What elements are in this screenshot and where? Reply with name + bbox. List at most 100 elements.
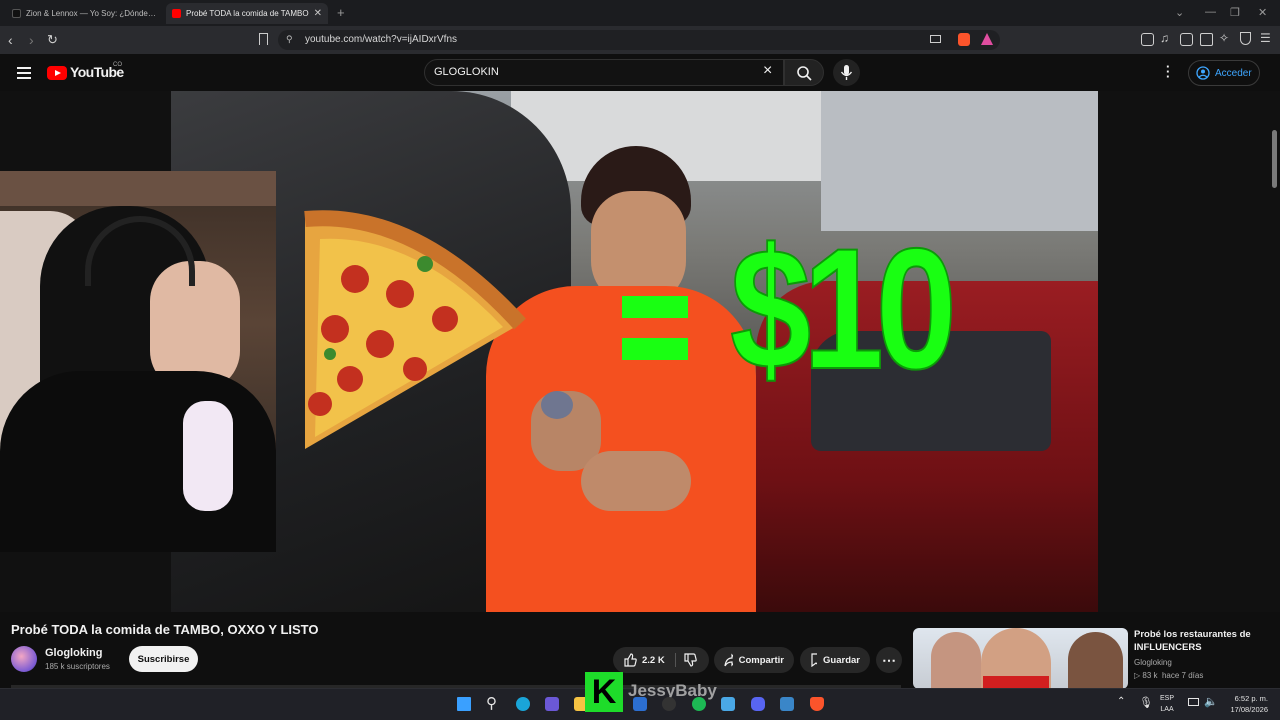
like-dislike-group: 2.2 K [613,647,709,673]
pizza-slice-image [304,210,526,449]
maximize-icon[interactable]: ❐ [1230,6,1240,19]
person-gesturing-hand [581,451,691,511]
save-label: Guardar [823,654,860,666]
video-player[interactable]: $10 [0,91,1280,612]
tab-zion-lennox[interactable]: Zion & Lennox — Yo Soy: ¿Dónde va [6,3,162,24]
share-button[interactable]: Compartir [714,647,794,673]
brave-shields-icon[interactable] [958,33,970,46]
recommended-views: 83 k [1142,671,1158,680]
tab-title: Probé TODA la comida de TAMBO [186,9,309,18]
tray-mic-icon[interactable]: 🎙 [1139,696,1153,709]
language-line-1: ESP [1160,695,1175,702]
photos-icon[interactable] [780,697,794,711]
thumb-face-1 [931,632,981,689]
tiktok-icon [12,9,21,18]
site-info-icon[interactable]: ⚲ [286,34,293,45]
share-label: Compartir [738,654,784,666]
more-horizontal-icon: ⋯ [882,651,896,668]
browser-menu-icon[interactable]: ☰ [1260,31,1271,45]
subscribe-button[interactable]: Suscribirse [129,646,198,672]
reload-icon[interactable]: ↻ [47,32,58,48]
tab-youtube-video[interactable]: Probé TODA la comida de TAMBO ✕ [166,3,328,24]
streamer-webcam [0,171,276,552]
steam-icon[interactable] [662,697,676,711]
network-icon[interactable] [1188,698,1199,706]
like-divider [675,653,676,667]
price-overlay-text: $10 [729,213,958,405]
url-text[interactable]: youtube.com/watch?v=ijAIDxrVfns [305,34,457,45]
recommended-video-thumbnail[interactable] [913,628,1128,689]
kick-badge: K [585,672,623,712]
minimize-icon[interactable]: — [1205,6,1216,18]
cast-icon[interactable] [930,35,941,43]
tab-title: Zion & Lennox — Yo Soy: ¿Dónde va [26,9,156,18]
vpn-shield-icon[interactable] [1240,32,1251,45]
equals-sign-graphic [622,296,688,371]
show-hidden-icons-chevron[interactable]: ⌃ [1117,696,1125,707]
thumb-face-3 [1068,632,1123,689]
input-language[interactable]: ESP LAA [1160,693,1174,715]
account-icon [1196,66,1210,80]
channel-avatar[interactable] [11,646,37,672]
new-tab-button[interactable]: + [337,5,345,20]
notepad-icon[interactable] [721,697,735,711]
scrollbar-thumb[interactable] [1272,130,1277,188]
clock-time: 6:52 p. m. [1234,694,1268,703]
held-object [541,391,573,419]
share-icon [724,653,733,667]
recommended-video-title[interactable]: Probé los restaurantes de INFLUENCERS [1134,628,1274,654]
brave-taskbar-icon[interactable] [810,697,824,711]
clock-date: 17/08/2026 [1230,705,1268,714]
region-code: CO [113,62,122,68]
building-right-background [821,91,1098,231]
taskbar-search-icon[interactable]: ⚲ [486,694,497,712]
tab-list-chevron-icon[interactable]: ⌄ [1175,6,1184,19]
webcam-person-shirt [0,371,276,552]
recommended-video-meta: ▷ 83 k hace 7 días [1134,671,1203,680]
voice-search-button[interactable] [833,59,860,86]
forward-icon[interactable]: › [29,32,34,48]
close-tab-icon[interactable]: ✕ [314,8,322,19]
windows-start-icon[interactable] [457,697,471,711]
video-title: Probé TODA la comida de TAMBO, OXXO Y LI… [11,622,319,637]
close-window-icon[interactable]: ✕ [1258,6,1267,19]
store-icon[interactable] [545,697,559,711]
search-query[interactable]: GLOGLOKIN [434,66,499,78]
youtube-favicon-icon [172,9,181,18]
wallet-icon[interactable] [1200,33,1213,46]
signin-label: Acceder [1215,67,1252,79]
thumbs-down-icon [684,653,697,667]
bookmark-icon[interactable] [259,33,268,45]
spotify-icon[interactable] [692,697,706,711]
brave-rewards-icon[interactable] [981,33,993,45]
dislike-button[interactable] [683,653,697,670]
youtube-logo-icon[interactable] [47,66,67,80]
language-line-2: LAA [1160,706,1174,713]
save-button[interactable]: Guardar [800,647,870,673]
subscriber-count: 185 k suscriptores [45,662,110,671]
webcam-shelf [0,171,276,206]
bookmark-save-icon [811,653,818,667]
channel-name[interactable]: Glogloking [45,647,102,659]
leo-ai-icon[interactable]: ✧ [1219,31,1229,45]
search-icon [797,66,812,81]
system-clock[interactable]: 6:52 p. m. 17/08/2026 [1222,693,1268,715]
more-actions-button[interactable]: ⋯ [876,647,902,673]
search-button[interactable] [784,59,824,86]
discord-icon[interactable] [751,697,765,711]
edge-icon[interactable] [516,697,530,711]
more-options-icon[interactable]: · · · [1166,60,1170,83]
like-button[interactable]: 2.2 K [623,653,665,667]
sidebar-icon[interactable] [1180,33,1193,46]
like-count: 2.2 K [642,654,665,666]
media-icon[interactable]: ♫ [1160,31,1169,45]
volume-icon[interactable]: 🔈 [1204,695,1218,708]
back-icon[interactable]: ‹ [8,32,13,48]
thumbs-up-icon [624,653,637,667]
extensions-icon[interactable] [1141,33,1154,46]
app-blue-icon[interactable] [633,697,647,711]
hamburger-menu-icon[interactable] [17,64,31,82]
signin-button[interactable]: Acceder [1188,60,1260,86]
recommended-channel-name[interactable]: Glogloking [1134,658,1172,667]
clear-search-icon[interactable]: × [763,62,772,80]
